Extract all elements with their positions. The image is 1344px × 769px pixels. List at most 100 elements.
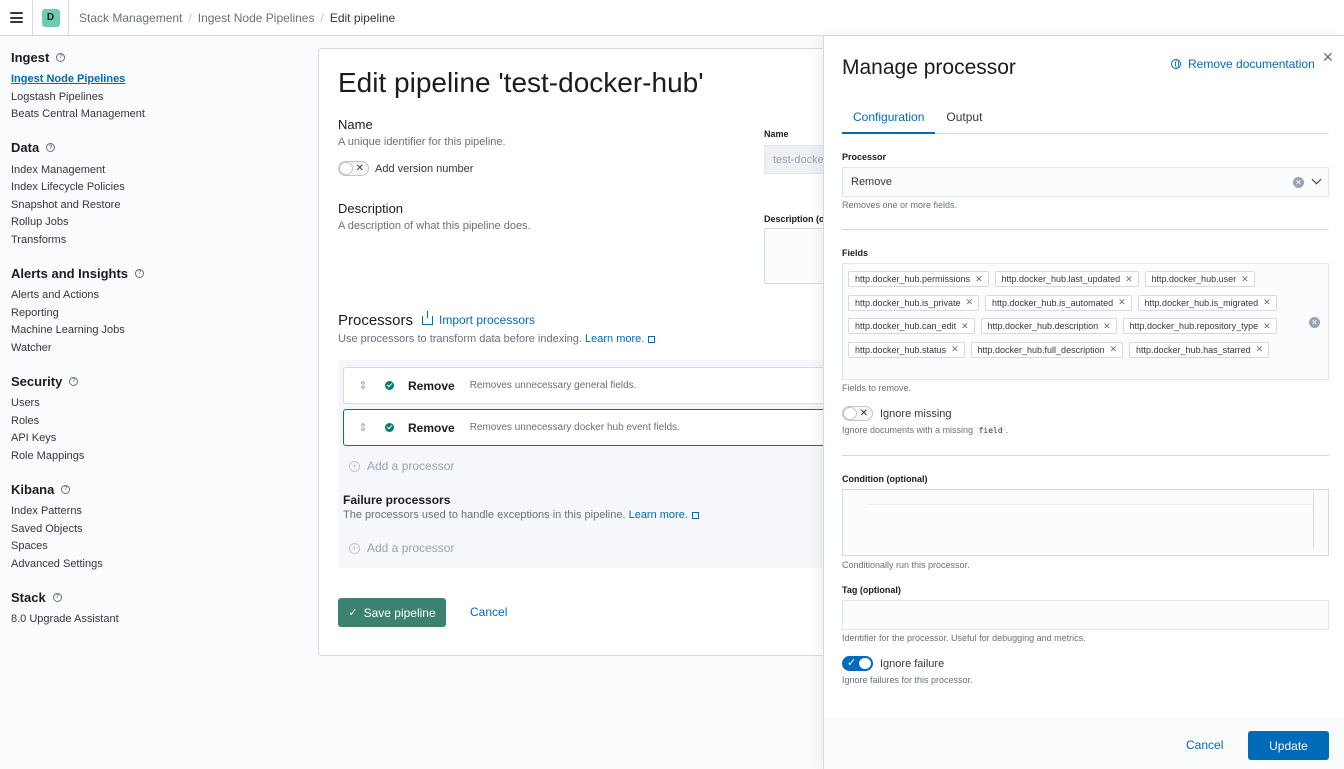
condition-editor[interactable] [842, 489, 1329, 556]
close-icon[interactable]: ✕ [1103, 321, 1111, 332]
close-icon[interactable]: ✕ [975, 274, 983, 285]
menu-button[interactable] [0, 0, 33, 36]
processor-row[interactable]: ⇕ Remove Removes unnecessary general fie… [343, 367, 883, 404]
sidebar-item-roles[interactable]: Roles [11, 413, 289, 431]
field-chip: http.docker_hub.has_starred ✕ [1129, 341, 1270, 358]
close-icon[interactable]: ✕ [1263, 297, 1271, 308]
help-icon[interactable]: ? [52, 592, 62, 602]
field-chip-label: http.docker_hub.user [1151, 274, 1237, 284]
clear-icon[interactable]: ✕ [1293, 177, 1304, 188]
close-icon[interactable]: ✕ [1256, 344, 1264, 355]
sidebar-item-index-management[interactable]: Index Management [11, 162, 289, 180]
nav-group-stack: Stack? 8.0 Upgrade Assistant [11, 588, 289, 629]
save-pipeline-button[interactable]: ✓ Save pipeline [338, 598, 446, 627]
sidebar-item-api-keys[interactable]: API Keys [11, 430, 289, 448]
processor-select[interactable]: Remove ✕ [842, 167, 1329, 197]
space-selector[interactable]: D [33, 0, 69, 36]
clear-icon[interactable]: ✕ [1309, 317, 1320, 328]
sidebar-item-advanced-settings[interactable]: Advanced Settings [11, 556, 289, 574]
breadcrumb-ingest-node-pipelines[interactable]: Ingest Node Pipelines [198, 11, 315, 25]
field-chip: http.docker_hub.full_description ✕ [970, 341, 1124, 358]
chevron-down-icon[interactable] [1311, 174, 1322, 185]
processor-description: Removes unnecessary general fields. [469, 380, 637, 391]
help-icon[interactable]: ? [135, 268, 145, 278]
close-icon[interactable]: ✕ [1263, 321, 1271, 332]
drag-handle-icon[interactable]: ⇕ [356, 379, 370, 392]
field-code: field [975, 425, 1006, 436]
ignore-missing-help-suffix: . [1005, 425, 1009, 435]
sidebar-item-beats-central-management[interactable]: Beats Central Management [11, 106, 289, 124]
sidebar-nav: Ingest? Ingest Node Pipelines Logstash P… [0, 36, 300, 769]
nav-group-title: Ingest? [11, 48, 289, 66]
help-icon[interactable]: ? [69, 376, 79, 386]
tag-input[interactable] [842, 600, 1329, 630]
sidebar-item-role-mappings[interactable]: Role Mappings [11, 448, 289, 466]
fields-combo-box[interactable]: http.docker_hub.permissions ✕ http.docker… [842, 263, 1329, 380]
sidebar-item-saved-objects[interactable]: Saved Objects [11, 521, 289, 539]
field-chip: http.docker_hub.can_edit ✕ [848, 318, 975, 334]
sidebar-item-machine-learning-jobs[interactable]: Machine Learning Jobs [11, 322, 289, 340]
sidebar-item-watcher[interactable]: Watcher [11, 340, 289, 358]
breadcrumb: Stack Management / Ingest Node Pipelines… [69, 11, 395, 25]
processors-title: Processors [338, 312, 414, 329]
sidebar-item-alerts-and-actions[interactable]: Alerts and Actions [11, 287, 289, 305]
ignore-failure-toggle[interactable]: ✓ [842, 656, 873, 671]
check-circle-icon [385, 423, 394, 432]
sidebar-item-index-patterns[interactable]: Index Patterns [11, 503, 289, 521]
remove-documentation-link[interactable]: Remove documentation [1171, 57, 1315, 71]
failure-processors-desc: The processors used to handle exceptions… [343, 509, 699, 521]
help-icon[interactable]: ? [61, 484, 71, 494]
sidebar-item-snapshot-and-restore[interactable]: Snapshot and Restore [11, 197, 289, 215]
close-icon[interactable]: ✕ [1241, 274, 1249, 285]
learn-more-link[interactable]: Learn more. [585, 333, 644, 345]
update-button[interactable]: Update [1248, 731, 1329, 760]
field-chip-label: http.docker_hub.description [987, 321, 1099, 331]
import-processors-link[interactable]: Import processors [422, 310, 535, 327]
sidebar-item-spaces[interactable]: Spaces [11, 538, 289, 556]
sidebar-item-rollup-jobs[interactable]: Rollup Jobs [11, 214, 289, 232]
fields-help: Fields to remove. [842, 383, 912, 393]
sidebar-item-upgrade-assistant[interactable]: 8.0 Upgrade Assistant [11, 611, 289, 629]
field-chip-label: http.docker_hub.last_updated [1001, 274, 1121, 284]
close-icon[interactable]: ✕ [961, 321, 969, 332]
field-chip: http.docker_hub.description ✕ [980, 318, 1117, 334]
condition-label: Condition (optional) [842, 474, 928, 484]
help-icon[interactable]: ? [56, 52, 66, 62]
add-failure-processor-button[interactable]: + Add a processor [349, 541, 454, 555]
space-avatar: D [41, 8, 60, 27]
check-icon: ✓ [847, 657, 857, 669]
toggle-knob [843, 407, 857, 420]
add-processor-button[interactable]: + Add a processor [349, 459, 454, 473]
divider [842, 455, 1329, 456]
sidebar-item-users[interactable]: Users [11, 395, 289, 413]
ignore-missing-toggle[interactable]: ✕ [842, 406, 873, 421]
cancel-button[interactable]: Cancel [470, 605, 507, 619]
field-chip-label: http.docker_hub.is_private [855, 297, 961, 308]
sidebar-item-transforms[interactable]: Transforms [11, 232, 289, 250]
tab-output[interactable]: Output [935, 104, 993, 134]
nav-group-kibana: Kibana? Index Patterns Saved Objects Spa… [11, 480, 289, 573]
close-icon[interactable]: ✕ [1110, 344, 1118, 355]
processors-desc-text: Use processors to transform data before … [338, 333, 582, 345]
help-icon[interactable]: ? [46, 143, 56, 152]
processor-row-selected[interactable]: ⇕ Remove Removes unnecessary docker hub … [343, 409, 883, 446]
nav-group-title: Alerts and Insights? [11, 264, 289, 282]
close-icon[interactable]: ✕ [951, 344, 959, 355]
close-icon[interactable]: ✕ [1125, 274, 1133, 285]
sidebar-item-reporting[interactable]: Reporting [11, 305, 289, 323]
toggle-knob [339, 162, 353, 175]
cancel-button[interactable]: Cancel [1186, 738, 1223, 752]
sidebar-item-logstash-pipelines[interactable]: Logstash Pipelines [11, 89, 289, 107]
breadcrumb-stack-management[interactable]: Stack Management [79, 11, 182, 25]
sidebar-item-index-lifecycle-policies[interactable]: Index Lifecycle Policies [11, 179, 289, 197]
learn-more-link[interactable]: Learn more. [629, 509, 688, 521]
close-icon[interactable]: ✕ [1322, 49, 1334, 66]
check-circle-icon [385, 381, 394, 390]
tab-configuration[interactable]: Configuration [842, 104, 936, 134]
sidebar-item-ingest-node-pipelines[interactable]: Ingest Node Pipelines [11, 71, 289, 89]
editor-scrollbar[interactable] [1313, 493, 1314, 549]
close-icon[interactable]: ✕ [1118, 297, 1126, 308]
close-icon[interactable]: ✕ [966, 297, 974, 308]
version-toggle[interactable]: ✕ [338, 161, 369, 176]
drag-handle-icon[interactable]: ⇕ [356, 421, 370, 434]
